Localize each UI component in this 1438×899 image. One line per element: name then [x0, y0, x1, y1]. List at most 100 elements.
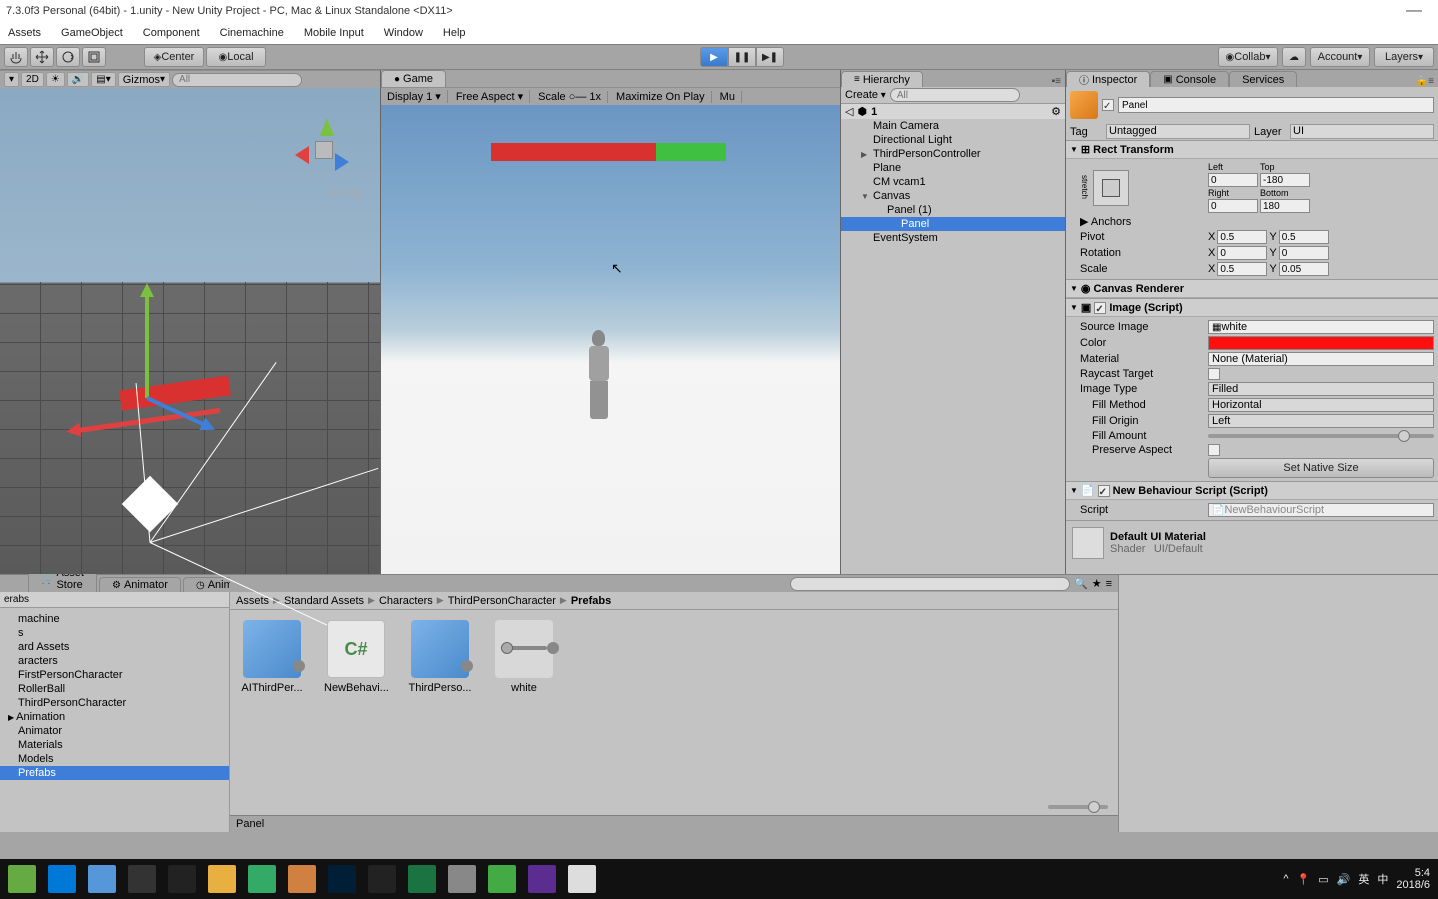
rotate-tool-button[interactable]	[56, 47, 80, 67]
color-field[interactable]	[1208, 336, 1434, 350]
space-mode-button[interactable]: ◉ Local	[206, 47, 266, 67]
object-icon[interactable]	[1070, 91, 1098, 119]
script-enabled-checkbox[interactable]	[1098, 485, 1110, 497]
pivot-y-input[interactable]	[1279, 230, 1329, 244]
audio-toggle[interactable]: 🔊	[67, 72, 89, 87]
tray-volume-icon[interactable]: 🔊	[1337, 873, 1351, 886]
transform-gizmo[interactable]	[70, 288, 250, 488]
tray-ime[interactable]: 英	[1358, 871, 1369, 887]
taskbar-calc-icon[interactable]	[248, 865, 276, 893]
hierarchy-item[interactable]: Panel (1)	[841, 203, 1065, 217]
minimize-button[interactable]: —	[1396, 2, 1432, 20]
services-tab[interactable]: Services	[1229, 71, 1297, 87]
image-component-header[interactable]: ▼▣ Image (Script)	[1066, 299, 1438, 317]
script-component-header[interactable]: ▼📄 New Behaviour Script (Script)	[1066, 482, 1438, 500]
taskbar-unity-icon[interactable]	[168, 865, 196, 893]
breadcrumb-item[interactable]: ThirdPersonCharacter	[448, 595, 556, 607]
gizmos-dropdown[interactable]: Gizmos ▾	[118, 72, 170, 87]
anchors-foldout[interactable]: ▶ Anchors	[1070, 215, 1208, 228]
create-dropdown[interactable]: Create ▾	[845, 89, 886, 101]
folder-item[interactable]: ThirdPersonCharacter	[0, 696, 229, 710]
mute-toggle[interactable]: Mu	[714, 91, 742, 103]
hierarchy-item[interactable]: Panel	[841, 217, 1065, 231]
object-name-input[interactable]	[1118, 97, 1434, 113]
scale-slider[interactable]: Scale ○— 1x	[532, 91, 608, 103]
2d-toggle[interactable]: 2D	[21, 72, 44, 87]
hierarchy-tab[interactable]: ≡ Hierarchy	[841, 71, 923, 87]
menu-cinemachine[interactable]: Cinemachine	[216, 25, 288, 41]
pause-button[interactable]: ❚❚	[728, 47, 756, 67]
hierarchy-item[interactable]: Main Camera	[841, 119, 1065, 133]
hierarchy-item[interactable]: CM vcam1	[841, 175, 1065, 189]
taskbar-ps-icon[interactable]	[328, 865, 356, 893]
taskbar-excel-icon[interactable]	[408, 865, 436, 893]
hierarchy-options[interactable]: ▪≡	[1048, 76, 1065, 87]
source-image-field[interactable]: ▦ white	[1208, 320, 1434, 334]
orientation-gizmo[interactable]	[295, 118, 355, 178]
hierarchy-item[interactable]: Plane	[841, 161, 1065, 175]
folder-item[interactable]: ▶Animation	[0, 710, 229, 724]
rot-y-input[interactable]	[1279, 246, 1329, 260]
game-view[interactable]: ↖	[381, 105, 840, 574]
menu-assets[interactable]: Assets	[4, 25, 45, 41]
inspector-tab[interactable]: ⓘ Inspector	[1066, 71, 1150, 87]
menu-component[interactable]: Component	[139, 25, 204, 41]
tray-location-icon[interactable]: 📍	[1297, 873, 1311, 886]
lighting-toggle[interactable]: ☀	[46, 72, 65, 87]
folder-item[interactable]: RollerBall	[0, 682, 229, 696]
folder-item[interactable]: machine	[0, 612, 229, 626]
scene-view[interactable]: ≡ Persp	[0, 88, 380, 574]
layer-dropdown[interactable]: UI	[1290, 124, 1434, 139]
pivot-x-input[interactable]	[1217, 230, 1267, 244]
search-filter-icon[interactable]: 🔍	[1074, 577, 1088, 590]
asset-item[interactable]: C#NewBehavi...	[324, 620, 388, 789]
account-dropdown[interactable]: Account ▾	[1310, 47, 1370, 67]
taskbar-obs-icon[interactable]	[128, 865, 156, 893]
fx-toggle[interactable]: ▤▾	[91, 72, 115, 87]
tag-dropdown[interactable]: Untagged	[1106, 124, 1250, 139]
taskbar-app-icon[interactable]	[8, 865, 36, 893]
grid-size-slider[interactable]	[1048, 805, 1108, 809]
scene-search-input[interactable]	[172, 73, 302, 87]
tray-expand-icon[interactable]: ^	[1283, 873, 1288, 885]
canvas-renderer-header[interactable]: ▼◉ Canvas Renderer	[1066, 280, 1438, 298]
cloud-button[interactable]: ☁	[1282, 47, 1306, 67]
hierarchy-item[interactable]: EventSystem	[841, 231, 1065, 245]
rot-x-input[interactable]	[1217, 246, 1267, 260]
taskbar-explorer-icon[interactable]	[208, 865, 236, 893]
persp-label[interactable]: ≡ Persp	[325, 188, 362, 200]
shaded-dropdown[interactable]: ▾	[4, 72, 19, 87]
aspect-dropdown[interactable]: Free Aspect ▾	[450, 90, 530, 103]
taskbar-app-icon[interactable]	[568, 865, 596, 893]
image-type-dropdown[interactable]: Filled	[1208, 382, 1434, 396]
fill-amount-slider[interactable]	[1208, 434, 1434, 438]
right-input[interactable]	[1208, 199, 1258, 213]
scale-tool-button[interactable]	[82, 47, 106, 67]
move-tool-button[interactable]	[30, 47, 54, 67]
layers-dropdown[interactable]: Layers ▾	[1374, 47, 1434, 67]
bottom-input[interactable]	[1260, 199, 1310, 213]
tray-ime2[interactable]: 中	[1377, 871, 1388, 887]
preserve-aspect-checkbox[interactable]	[1208, 444, 1220, 456]
menu-window[interactable]: Window	[380, 25, 427, 41]
taskbar-app-icon[interactable]	[368, 865, 396, 893]
menu-help[interactable]: Help	[439, 25, 470, 41]
set-native-size-button[interactable]: Set Native Size	[1208, 458, 1434, 478]
game-tab[interactable]: ● Game	[381, 70, 446, 87]
console-tab[interactable]: ▣ Console	[1150, 71, 1229, 87]
anchor-preset-button[interactable]	[1093, 170, 1129, 206]
search-save-icon[interactable]: ★	[1092, 577, 1102, 590]
play-button[interactable]: ▶	[700, 47, 728, 67]
left-input[interactable]	[1208, 173, 1258, 187]
folder-item[interactable]: Materials	[0, 738, 229, 752]
folder-item[interactable]: s	[0, 626, 229, 640]
tray-battery-icon[interactable]: ▭	[1318, 873, 1328, 886]
animator-tab[interactable]: ⚙ Animator	[99, 577, 181, 592]
shader-dropdown[interactable]: UI/Default	[1154, 543, 1203, 555]
taskbar-app-icon[interactable]	[488, 865, 516, 893]
taskbar-app-icon[interactable]	[448, 865, 476, 893]
project-options[interactable]: ≡	[1106, 578, 1112, 590]
image-enabled-checkbox[interactable]	[1094, 302, 1106, 314]
step-button[interactable]: ▶❚	[756, 47, 784, 67]
folder-item[interactable]: ard Assets	[0, 640, 229, 654]
